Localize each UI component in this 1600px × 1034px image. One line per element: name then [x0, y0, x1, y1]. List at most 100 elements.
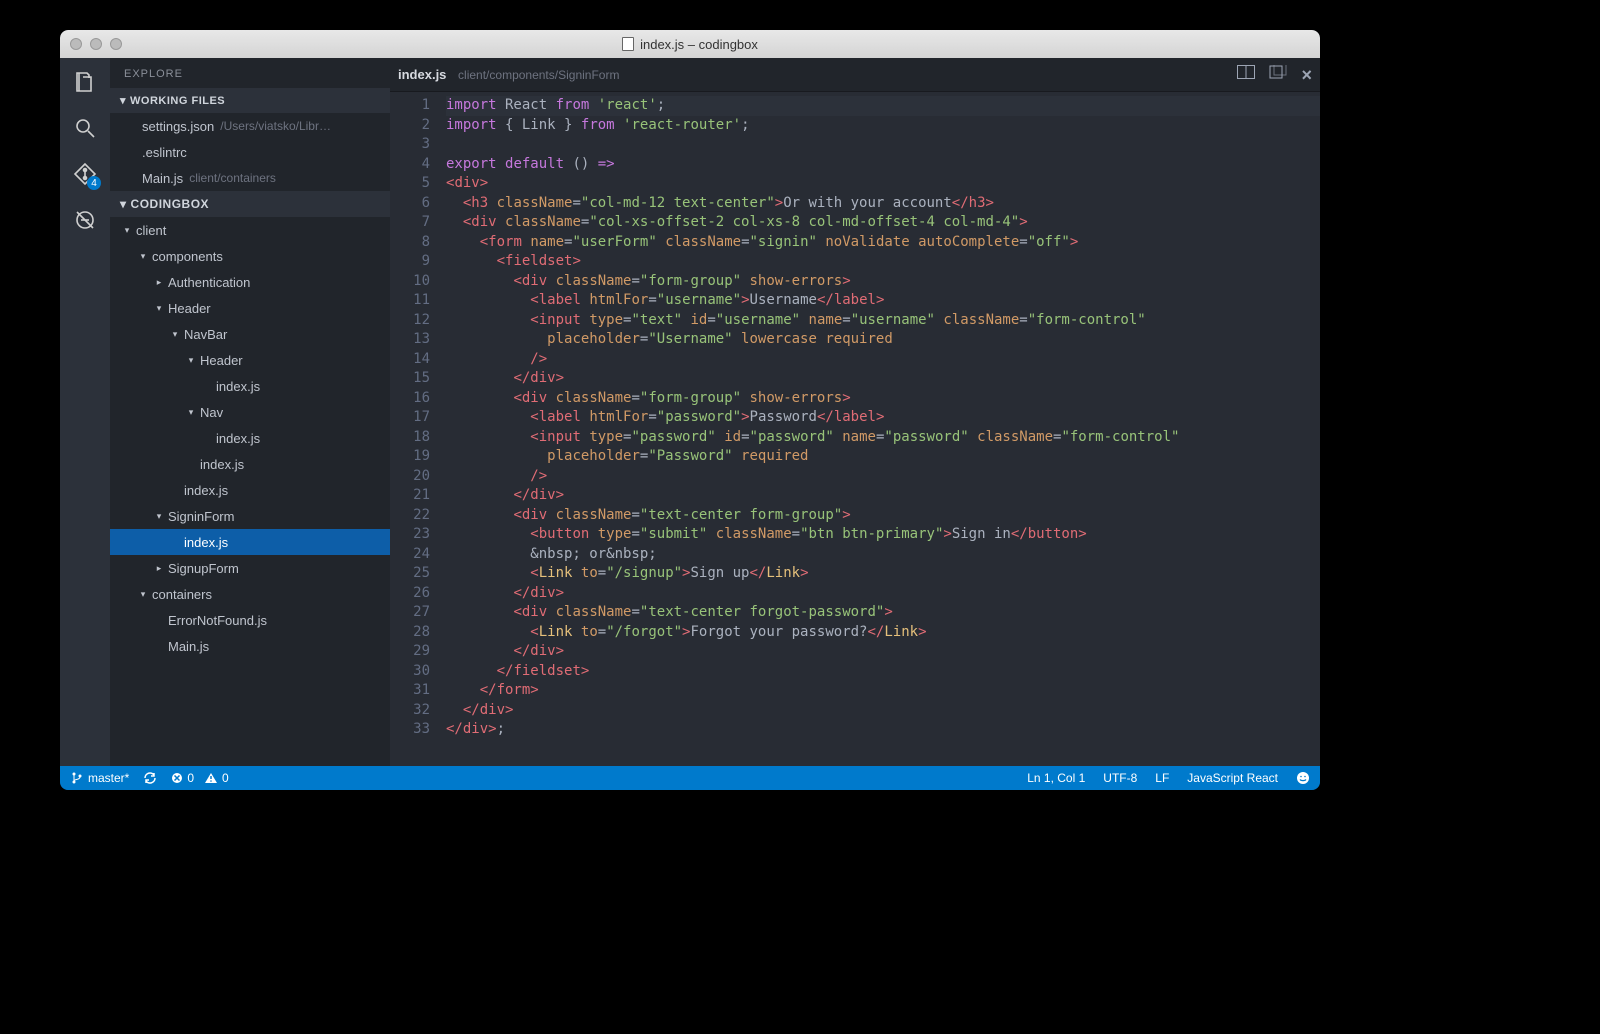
working-files-list: settings.json/Users/viatsko/Libr… .eslint… [110, 113, 390, 191]
zoom-window-button[interactable] [110, 38, 122, 50]
working-files-header[interactable]: WORKING FILES [110, 88, 390, 113]
tree-folder[interactable]: ▸ SignupForm [110, 555, 390, 581]
chevron-down-icon: ▾ [122, 225, 132, 236]
tree-folder[interactable]: ▾SigninForm [110, 503, 390, 529]
file-path: /Users/viatsko/Libr… [220, 119, 331, 133]
tree-folder[interactable]: ▾ components [110, 243, 390, 269]
chevron-down-icon: ▾ [154, 511, 164, 522]
git-badge: 4 [87, 176, 101, 190]
chevron-down-icon: ▾ [186, 407, 196, 418]
tree-label: index.js [216, 379, 260, 394]
search-icon[interactable] [71, 114, 99, 142]
tree-folder[interactable]: ▸ Authentication [110, 269, 390, 295]
status-bar: master* 0 0 Ln 1, Col 1 UTF-8 LF JavaScr… [60, 766, 1320, 790]
feedback-icon[interactable] [1296, 771, 1310, 785]
traffic-lights [60, 38, 122, 50]
chevron-down-icon: ▾ [138, 589, 148, 600]
working-files-label: WORKING FILES [130, 95, 225, 107]
close-window-button[interactable] [70, 38, 82, 50]
explorer-icon[interactable] [71, 68, 99, 96]
code-area[interactable]: 1234567891011121314151617181920212223242… [390, 92, 1320, 766]
tree-label: components [152, 249, 223, 264]
tree-folder[interactable]: ▾ Header [110, 347, 390, 373]
tree-label: ErrorNotFound.js [168, 613, 267, 628]
tree-label: SignupForm [168, 561, 239, 576]
explorer-sidebar: EXPLORE WORKING FILES settings.json/User… [110, 58, 390, 766]
tree-label: Header [168, 301, 211, 316]
window-title: index.js – codingbox [60, 37, 1320, 52]
active-tab[interactable]: index.js client/components/SigninForm [398, 67, 619, 82]
editor-actions: × [1237, 65, 1312, 84]
chevron-down-icon: ▾ [154, 303, 164, 314]
tree-folder[interactable]: ▾ Header [110, 295, 390, 321]
debug-icon[interactable] [71, 206, 99, 234]
sync-icon[interactable] [143, 771, 157, 785]
more-actions-icon[interactable] [1269, 65, 1287, 84]
chevron-down-icon [120, 94, 126, 107]
eol[interactable]: LF [1155, 771, 1169, 785]
project-label: CODINGBOX [131, 197, 210, 211]
code-content[interactable]: import React from 'react';import { Link … [440, 92, 1320, 766]
tree-folder[interactable]: ▾ client [110, 217, 390, 243]
editor-window: index.js – codingbox 4 EXPLORE W [60, 30, 1320, 790]
line-numbers: 1234567891011121314151617181920212223242… [390, 92, 440, 766]
working-file-item[interactable]: .eslintrc [110, 139, 390, 165]
file-path: client/containers [189, 171, 276, 185]
tree-file[interactable]: index.js [110, 477, 390, 503]
tree-file[interactable]: index.js [110, 451, 390, 477]
git-branch-status[interactable]: master* [70, 771, 129, 785]
git-icon[interactable]: 4 [71, 160, 99, 188]
tree-label: Header [200, 353, 243, 368]
language-mode[interactable]: JavaScript React [1187, 771, 1278, 785]
encoding[interactable]: UTF-8 [1103, 771, 1137, 785]
tree-label: containers [152, 587, 212, 602]
tab-filename: index.js [398, 67, 446, 82]
window-title-text: index.js – codingbox [640, 37, 758, 52]
chevron-right-icon: ▸ [154, 563, 164, 574]
explorer-title: EXPLORE [110, 58, 390, 88]
cursor-position[interactable]: Ln 1, Col 1 [1027, 771, 1085, 785]
tree-folder[interactable]: ▾ containers [110, 581, 390, 607]
tree-file[interactable]: index.js [110, 529, 390, 555]
tree-label: Nav [200, 405, 223, 420]
chevron-down-icon: ▾ [138, 251, 148, 262]
close-editor-icon[interactable]: × [1301, 68, 1312, 82]
file-name: Main.js [142, 171, 183, 186]
branch-name: master* [88, 771, 129, 785]
tree-file[interactable]: index.js [110, 425, 390, 451]
titlebar: index.js – codingbox [60, 30, 1320, 58]
problems-status[interactable]: 0 0 [171, 771, 228, 785]
activity-bar: 4 [60, 58, 110, 766]
file-name: .eslintrc [142, 145, 187, 160]
error-count: 0 [187, 771, 194, 785]
tree-file[interactable]: index.js [110, 373, 390, 399]
chevron-right-icon: ▸ [154, 277, 164, 288]
editor-group: index.js client/components/SigninForm × … [390, 58, 1320, 766]
file-tree: ▾ client ▾ components ▸ Authentication ▾ Header… [110, 217, 390, 766]
tree-folder[interactable]: ▾ NavBar [110, 321, 390, 347]
split-editor-icon[interactable] [1237, 65, 1255, 84]
editor-tabs: index.js client/components/SigninForm × [390, 58, 1320, 92]
chevron-down-icon [120, 197, 127, 211]
working-file-item[interactable]: settings.json/Users/viatsko/Libr… [110, 113, 390, 139]
warning-count: 0 [222, 771, 229, 785]
tree-label: NavBar [184, 327, 227, 342]
tree-label: index.js [184, 535, 228, 550]
tree-file[interactable]: ErrorNotFound.js [110, 607, 390, 633]
tree-folder[interactable]: ▾ Nav [110, 399, 390, 425]
tree-label: index.js [216, 431, 260, 446]
tree-label: index.js [184, 483, 228, 498]
tab-path: client/components/SigninForm [458, 68, 619, 82]
tree-label: index.js [200, 457, 244, 472]
tree-label: client [136, 223, 166, 238]
tree-label: Main.js [168, 639, 209, 654]
chevron-down-icon: ▾ [170, 329, 180, 340]
file-name: settings.json [142, 119, 214, 134]
file-icon [622, 37, 634, 51]
tree-label: Authentication [168, 275, 250, 290]
working-file-item[interactable]: Main.js client/containers [110, 165, 390, 191]
chevron-down-icon: ▾ [186, 355, 196, 366]
project-header[interactable]: CODINGBOX [110, 191, 390, 217]
minimize-window-button[interactable] [90, 38, 102, 50]
tree-file[interactable]: Main.js [110, 633, 390, 659]
